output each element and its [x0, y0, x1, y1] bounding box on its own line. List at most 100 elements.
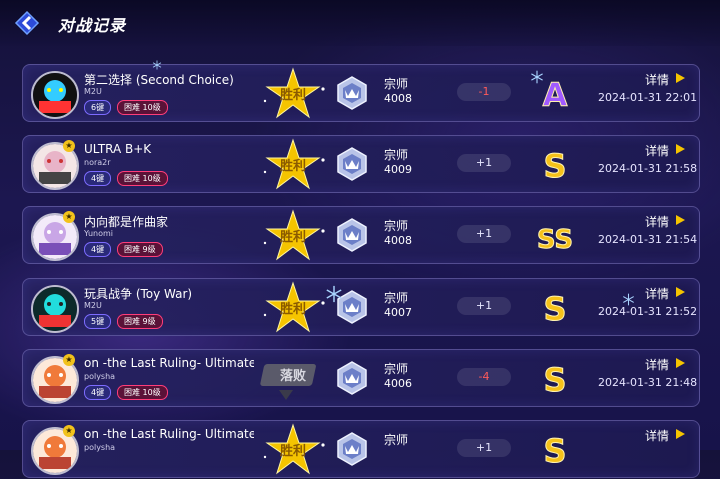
- victory-badge: 胜利: [253, 281, 333, 333]
- result-label: 胜利: [280, 87, 306, 103]
- level-badge-icon: ★: [63, 354, 75, 366]
- back-arrow-icon[interactable]: [12, 8, 42, 38]
- song-title: 玩具战争 (Toy War): [84, 287, 193, 301]
- defeat-badge: 落败: [253, 352, 333, 404]
- victory-badge: 胜利: [253, 138, 333, 190]
- song-cover-image: [31, 71, 79, 119]
- score-change: +1: [457, 439, 511, 457]
- match-date: 2024-01-31 21:54: [598, 233, 698, 246]
- play-arrow-icon[interactable]: [675, 358, 685, 368]
- song-artist: nora2r: [84, 158, 111, 167]
- song-cover-image: [31, 285, 79, 333]
- grade-label: S: [543, 432, 566, 469]
- detail-link[interactable]: 详情: [645, 356, 669, 373]
- page-title: 对战记录: [58, 16, 127, 35]
- rank-name: 宗师: [384, 148, 409, 162]
- match-record-row[interactable]: 玩具战争 (Toy War) M2U 5键 困难 9级 胜利 宗师 4007 +…: [22, 278, 700, 336]
- grade-s-icon: S: [543, 361, 567, 399]
- grandmaster-rank-icon: [337, 290, 367, 324]
- grade-ss-icon: SS: [536, 225, 573, 256]
- result-label: 胜利: [280, 301, 306, 317]
- rank-score: 4007: [384, 306, 412, 319]
- play-arrow-icon[interactable]: [675, 287, 685, 297]
- match-record-row[interactable]: ★ ULTRA B+K nora2r 4键 困难 10级 胜利 宗师 4009 …: [22, 135, 700, 193]
- result-label: 胜利: [280, 443, 306, 459]
- grade-label: SS: [537, 225, 573, 255]
- rank-score: 4006: [384, 377, 412, 390]
- song-title: ULTRA B+K: [84, 142, 152, 156]
- match-date: 2024-01-31 21:58: [598, 162, 698, 175]
- rank-score: 4009: [384, 163, 412, 176]
- difficulty-badge: 困难 9级: [117, 314, 163, 329]
- level-badge-icon: ★: [63, 425, 75, 437]
- grandmaster-rank-icon: [337, 218, 367, 252]
- detail-link[interactable]: 详情: [645, 427, 669, 444]
- grade-s-icon: S: [543, 290, 567, 328]
- level-badge-icon: ★: [63, 211, 75, 223]
- match-record-row[interactable]: ★ on -the Last Ruling- Ultimate We polys…: [22, 420, 700, 478]
- match-date: 2024-01-31 22:01: [598, 91, 698, 104]
- song-title: on -the Last Ruling- Ultimate We: [84, 356, 254, 370]
- song-artist: Yunomi: [84, 229, 114, 238]
- result-label: 胜利: [280, 229, 306, 245]
- score-change: -4: [457, 368, 511, 386]
- rank-score: 4008: [384, 92, 412, 105]
- score-change: +1: [457, 154, 511, 172]
- grade-s-icon: S: [543, 432, 567, 470]
- match-record-row[interactable]: ★ 内向都是作曲家 Yunomi 4键 困难 9级 胜利 宗师 4008 +1 …: [22, 206, 700, 264]
- match-record-row[interactable]: ★ on -the Last Ruling- Ultimate We polys…: [22, 349, 700, 407]
- grade-label: A: [543, 76, 568, 113]
- level-badge-icon: ★: [63, 140, 75, 152]
- match-date: 2024-01-31 21:52: [598, 305, 698, 318]
- rank-name: 宗师: [384, 219, 409, 233]
- grandmaster-rank-icon: [337, 432, 367, 466]
- key-mode-badge: 4键: [84, 385, 112, 400]
- score-change: +1: [457, 225, 511, 243]
- victory-badge: 胜利: [253, 67, 333, 119]
- result-label: 胜利: [280, 158, 306, 174]
- grandmaster-rank-icon: [337, 361, 367, 395]
- difficulty-badge: 困难 10级: [117, 171, 168, 186]
- rank-name: 宗师: [384, 291, 409, 305]
- grade-label: S: [543, 290, 566, 327]
- grandmaster-rank-icon: [337, 76, 367, 110]
- rank-score: 4008: [384, 234, 412, 247]
- top-bar: 对战记录: [0, 0, 720, 46]
- victory-badge: 胜利: [253, 209, 333, 261]
- grade-label: S: [543, 147, 566, 184]
- rank-name: 宗师: [384, 77, 409, 91]
- play-arrow-icon[interactable]: [675, 73, 685, 83]
- song-title: 第二选择 (Second Choice): [84, 73, 234, 87]
- song-title: on -the Last Ruling- Ultimate We: [84, 427, 254, 441]
- rank-name: 宗师: [384, 433, 409, 447]
- grandmaster-rank-icon: [337, 147, 367, 181]
- detail-link[interactable]: 详情: [645, 285, 669, 302]
- play-arrow-icon[interactable]: [675, 429, 685, 439]
- grade-label: S: [543, 361, 566, 398]
- grade-a-icon: A: [542, 76, 568, 114]
- grade-s-icon: S: [543, 147, 567, 185]
- song-artist: M2U: [84, 301, 102, 310]
- detail-link[interactable]: 详情: [645, 213, 669, 230]
- match-date: 2024-01-31 21:48: [598, 376, 698, 389]
- play-arrow-icon[interactable]: [675, 215, 685, 225]
- key-mode-badge: 4键: [84, 171, 112, 186]
- key-mode-badge: 4键: [84, 242, 112, 257]
- result-label: 落败: [280, 368, 306, 384]
- song-artist: polysha: [84, 443, 116, 452]
- victory-badge: 胜利: [253, 423, 333, 475]
- detail-link[interactable]: 详情: [645, 142, 669, 159]
- key-mode-badge: 5键: [84, 314, 112, 329]
- score-change: -1: [457, 83, 511, 101]
- difficulty-badge: 困难 9级: [117, 242, 163, 257]
- match-record-row[interactable]: 第二选择 (Second Choice) M2U 6键 困难 10级 胜利 宗师…: [22, 64, 700, 122]
- play-arrow-icon[interactable]: [675, 144, 685, 154]
- detail-link[interactable]: 详情: [645, 71, 669, 88]
- rank-name: 宗师: [384, 362, 409, 376]
- key-mode-badge: 6键: [84, 100, 112, 115]
- song-artist: M2U: [84, 87, 102, 96]
- difficulty-badge: 困难 10级: [117, 385, 168, 400]
- song-artist: polysha: [84, 372, 116, 381]
- difficulty-badge: 困难 10级: [117, 100, 168, 115]
- song-title: 内向都是作曲家: [84, 215, 169, 229]
